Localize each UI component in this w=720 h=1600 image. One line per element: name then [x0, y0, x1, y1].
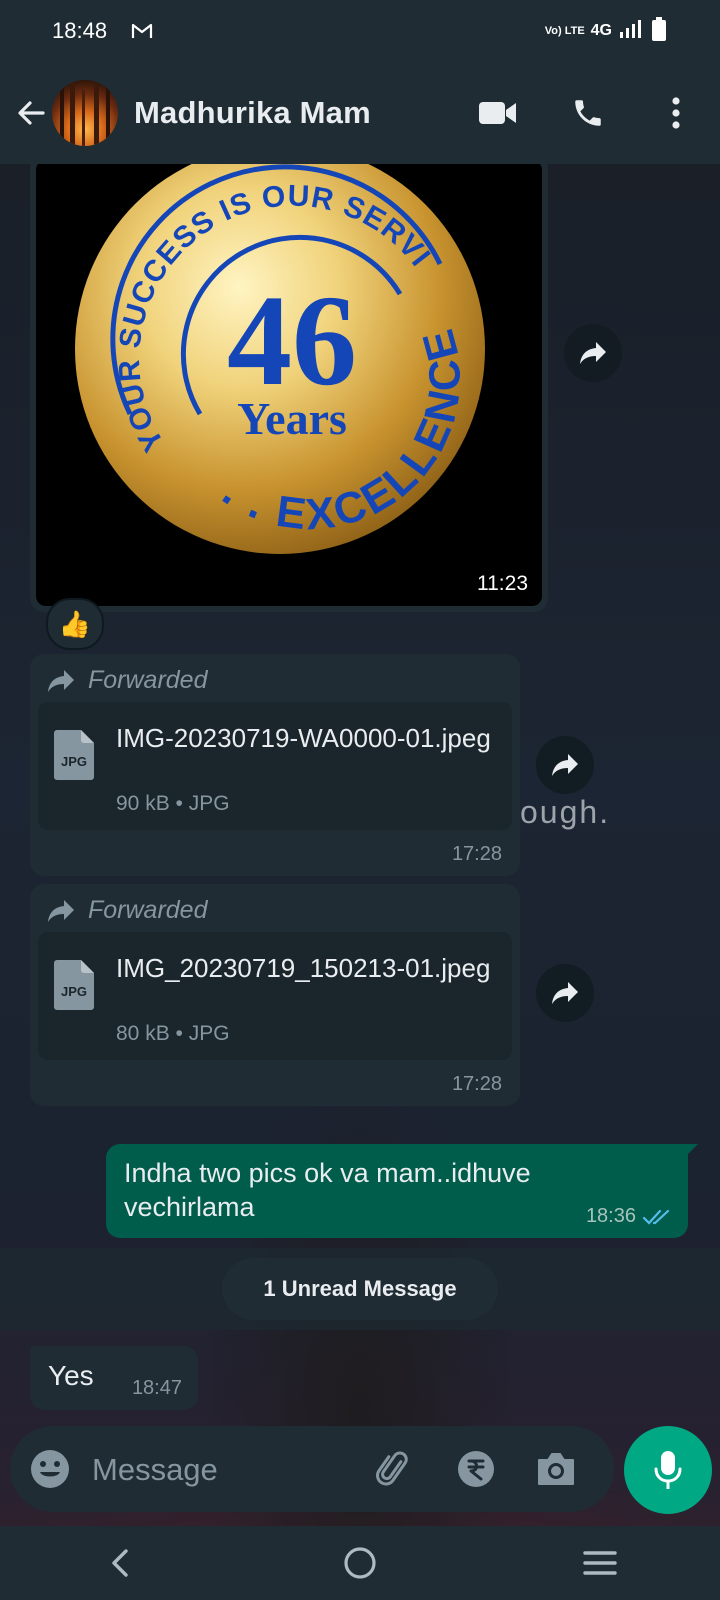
excellence-badge-image: YOUR SUCCESS IS OUR SERVICE 46 Years . .… — [70, 164, 485, 554]
document-filename: IMG-20230719-WA0000-01.jpeg — [116, 723, 491, 753]
contact-avatar[interactable] — [52, 80, 118, 146]
forward-icon[interactable] — [536, 736, 594, 794]
message-composer — [10, 1426, 614, 1512]
incoming-message[interactable]: Yes 18:47 — [30, 1346, 198, 1410]
message-timestamp: 18:36 — [585, 1205, 636, 1227]
status-indicators: Vo) LTE 4G — [545, 16, 668, 47]
forward-icon[interactable] — [564, 324, 622, 382]
status-bar: 18:48 Vo) LTE 4G — [0, 0, 720, 62]
message-timestamp: 17:28 — [451, 1073, 502, 1095]
volte-indicator: Vo) LTE — [544, 25, 585, 37]
chat-header: Madhurika Mam — [0, 62, 720, 164]
mic-icon[interactable] — [624, 1426, 712, 1514]
attach-icon[interactable] — [372, 1447, 416, 1491]
document-message[interactable]: Forwarded JPG IMG_20230719_150213-01.jpe… — [30, 884, 520, 1106]
rupee-payment-icon[interactable] — [454, 1447, 498, 1491]
svg-text:JPG: JPG — [61, 754, 87, 769]
outgoing-message[interactable]: Indha two pics ok va mam..idhuve vechirl… — [106, 1144, 698, 1238]
forwarded-icon — [48, 899, 74, 922]
document-filename: IMG_20230719_150213-01.jpeg — [116, 953, 491, 983]
document-message[interactable]: Forwarded JPG IMG-20230719-WA0000-01.jpe… — [30, 654, 520, 876]
forward-icon[interactable] — [536, 964, 594, 1022]
system-nav-bar — [0, 1526, 720, 1600]
nav-home-icon[interactable] — [335, 1538, 385, 1588]
gmail-icon — [131, 20, 153, 42]
status-time: 18:48 — [52, 18, 108, 43]
unread-divider: 1 Unread Message — [0, 1248, 720, 1330]
forwarded-label: Forwarded — [88, 666, 208, 694]
message-timestamp: 18:47 — [131, 1377, 182, 1399]
jpg-file-icon: JPG — [54, 960, 94, 1010]
forwarded-label: Forwarded — [88, 896, 208, 924]
read-ticks-icon — [642, 1209, 670, 1225]
thumbs-up-reaction[interactable]: 👍 — [46, 598, 104, 650]
document-meta: 90 kB • JPG — [116, 792, 230, 815]
message-timestamp: 17:28 — [451, 843, 502, 865]
contact-name[interactable]: Madhurika Mam — [134, 95, 371, 131]
image-timestamp: 11:23 — [477, 572, 528, 595]
network-type: 4G — [590, 22, 612, 39]
signal-icon — [618, 18, 644, 45]
document-meta: 80 kB • JPG — [116, 1022, 230, 1045]
forwarded-indicator: Forwarded — [46, 666, 208, 695]
message-text: Yes — [48, 1360, 94, 1391]
more-options-icon[interactable] — [654, 91, 698, 135]
battery-icon — [650, 16, 668, 47]
message-input[interactable] — [90, 1444, 364, 1496]
message-text: Indha two pics ok va mam..idhuve vechirl… — [124, 1158, 531, 1222]
forwarded-indicator: Forwarded — [46, 896, 208, 925]
badge-word: Years — [237, 393, 347, 444]
image-message[interactable]: YOUR SUCCESS IS OUR SERVICE 46 Years . .… — [30, 164, 548, 612]
emoji-icon[interactable] — [28, 1447, 72, 1491]
document-card[interactable]: JPG IMG-20230719-WA0000-01.jpeg 90 kB • … — [38, 702, 512, 830]
phone-icon[interactable] — [566, 91, 610, 135]
forwarded-icon — [48, 669, 74, 692]
chat-area[interactable]: ough. YOUR SUCCESS IS OUR SERVI 46 Years… — [0, 164, 720, 1526]
back-arrow-icon[interactable] — [14, 96, 48, 130]
document-card[interactable]: JPG IMG_20230719_150213-01.jpeg 80 kB • … — [38, 932, 512, 1060]
svg-text:JPG: JPG — [61, 984, 87, 999]
unread-message-banner: 1 Unread Message — [222, 1258, 498, 1320]
camera-icon[interactable] — [534, 1447, 578, 1491]
jpg-file-icon: JPG — [54, 730, 94, 780]
wallpaper-text: ough. — [520, 794, 611, 830]
nav-back-icon[interactable] — [95, 1538, 145, 1588]
badge-number: 46 — [227, 269, 357, 413]
nav-recents-icon[interactable] — [575, 1538, 625, 1588]
image-content[interactable]: YOUR SUCCESS IS OUR SERVICE 46 Years . .… — [36, 164, 542, 606]
video-call-icon[interactable] — [476, 91, 520, 135]
